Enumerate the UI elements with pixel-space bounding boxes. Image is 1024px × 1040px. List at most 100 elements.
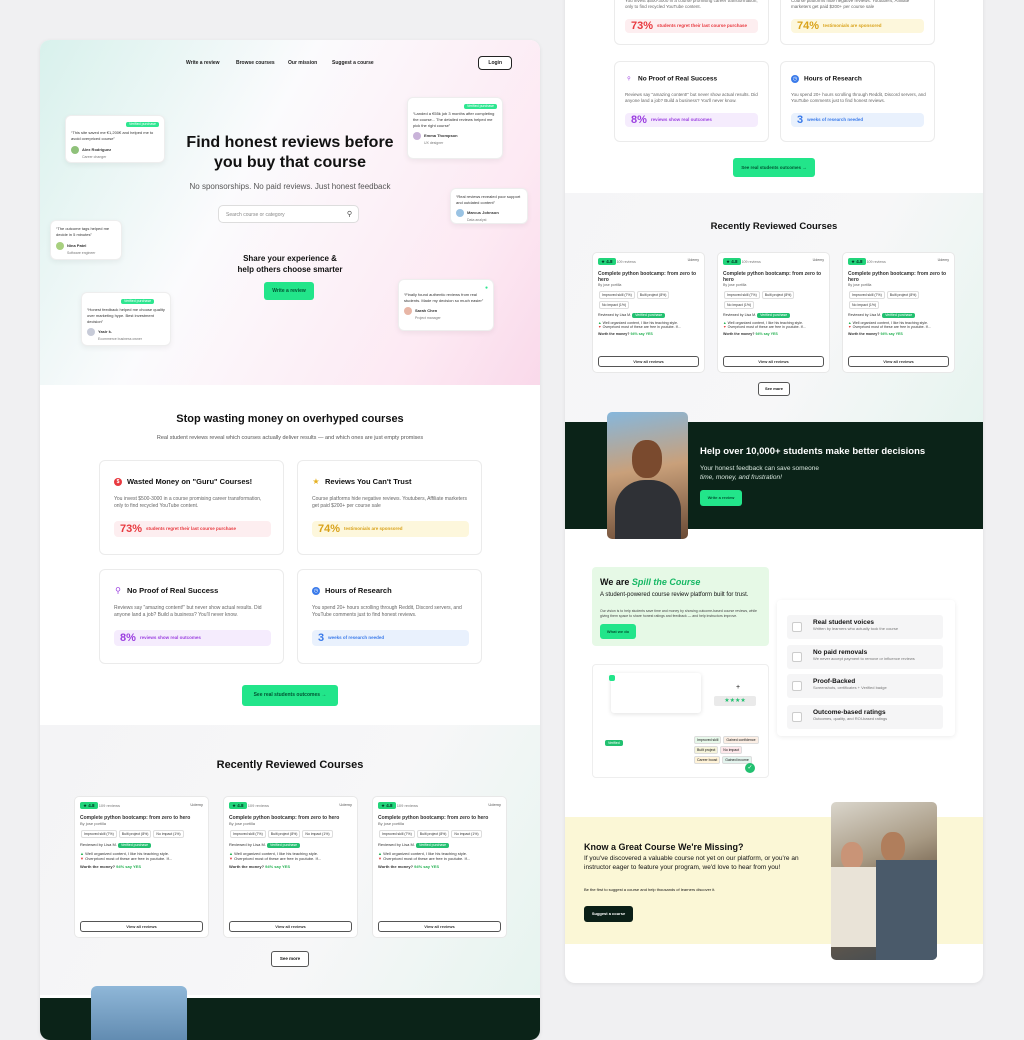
stat-text: students regret their last course purcha… (146, 526, 237, 532)
problems-title: Stop wasting money on overhyped courses (176, 413, 404, 425)
tag: Career boost (694, 756, 721, 764)
search-input[interactable]: Search course or category ⚲ (218, 205, 359, 223)
search-placeholder: Search course or category (226, 212, 285, 218)
floating-review-card: “Real reviews revealed poor support and … (450, 188, 528, 224)
problem-desc: You invest $500-3000 in a course promisi… (625, 0, 758, 9)
landing-page-left: Write a review Browse courses Our missio… (40, 40, 540, 1040)
worth-label: Worth the money? (723, 332, 755, 336)
review-count: 109 reviews (396, 803, 419, 808)
course-title: Complete python bootcamp: from zero to h… (598, 271, 697, 283)
reviewer-name: Alex Rodriguez (82, 147, 112, 153)
feature-desc: We never accept payment to remove or inf… (813, 656, 915, 661)
course-title: Complete python bootcamp: from zero to h… (848, 271, 947, 283)
problem-card-reviews-trust: ★ Reviews You Can't Trust Course platform… (297, 460, 482, 555)
see-more-button[interactable]: See more (271, 951, 309, 967)
floating-review-card: “The outcome tags helped me decide in 5 … (50, 220, 122, 260)
see-outcomes-button[interactable]: See real students outcomes → (733, 158, 815, 177)
see-more-button[interactable]: See more (758, 382, 790, 396)
reviewer-name: Sarah Chen (415, 308, 438, 314)
search-icon[interactable]: ⚲ (347, 210, 352, 218)
reviewer-role: Software engineer (67, 251, 96, 255)
stat-text: weeks of research needed (328, 635, 385, 641)
login-button[interactable]: Login (478, 56, 512, 70)
view-all-reviews-button[interactable]: View all reviews (598, 356, 699, 367)
help-write-review-button[interactable]: Write a review (700, 490, 742, 506)
recent-title: Recently Reviewed Courses (216, 759, 364, 771)
platform-label: Udemy (488, 802, 501, 807)
chart-icon (792, 712, 802, 722)
worth-label: Worth the money? (378, 864, 414, 869)
review-quote: “Finally found authentic reviews from re… (404, 292, 484, 303)
worth-label: Worth the money? (80, 864, 116, 869)
outcome-tag: No impact (1%) (599, 301, 630, 309)
course-author: By jose portilla (80, 821, 107, 826)
problem-stat: 8% reviews show real outcomes (625, 113, 758, 128)
feature-title: Proof-Backed (813, 678, 856, 685)
outcome-tag: Built project (8%) (267, 830, 301, 838)
thumbs-down-icon: ▼ (848, 325, 852, 329)
outcome-tag: No impact (1%) (302, 830, 333, 838)
users-icon (792, 622, 802, 632)
review-quote: “This site saved me €1,200€ and helped m… (71, 130, 154, 141)
clock-icon: ◷ (312, 587, 320, 596)
see-outcomes-button[interactable]: See real students outcomes → (242, 685, 338, 706)
nav-our-mission[interactable]: Our mission (288, 60, 317, 66)
what-we-do-button[interactable]: What we do (600, 624, 636, 639)
outcome-tag: Built project (8%) (761, 291, 795, 299)
nav-write-review[interactable]: Write a review (186, 60, 220, 66)
problem-desc: Reviews say "amazing content!" but never… (625, 92, 758, 103)
view-all-reviews-button[interactable]: View all reviews (80, 921, 203, 932)
verified-badge: Verified purchase (121, 299, 155, 304)
star-icon: ★ (312, 477, 320, 487)
worth-value: 94% say YES (630, 332, 653, 336)
help-title: Help over 10,000+ students make better d… (700, 446, 926, 457)
nav-browse-courses[interactable]: Browse courses (236, 60, 275, 66)
problem-desc: You invest $500-3000 in a course promisi… (114, 496, 262, 509)
verified-badge: Verified purchase (632, 313, 666, 318)
worth-label: Worth the money? (598, 332, 630, 336)
view-all-reviews-button[interactable]: View all reviews (378, 921, 501, 932)
feature-desc: Outcomes, quality, and ROI-based ratings (813, 716, 888, 721)
reviewer-name: Emma Thompson (424, 133, 458, 139)
review-con: Overpriced most of these are free in you… (383, 856, 471, 861)
hero-write-review-button[interactable]: Write a review (264, 282, 314, 300)
stat-value: 3 (318, 632, 325, 644)
feature-title: Outcome-based ratings (813, 709, 886, 716)
worth-value: 94% say YES (116, 864, 142, 869)
problem-card-wasted-money: You invest $500-3000 in a course promisi… (614, 0, 769, 45)
about-we-are: We are (600, 577, 630, 587)
suggest-desc: If you've discovered a valuable course n… (584, 855, 799, 871)
stat-text: testimonials are sponsored (344, 526, 403, 532)
outcome-tag: No impact (1%) (724, 301, 755, 309)
review-quote: “Landed a €55k job 3 months after comple… (413, 111, 495, 128)
reviewer: Reviewed by Lisa M. (229, 842, 266, 847)
verified-badge: Verified purchase (125, 122, 159, 127)
nav-suggest-course[interactable]: Suggest a course (332, 60, 374, 66)
suggest-course-button[interactable]: Suggest a course (584, 906, 633, 922)
problem-stat: 73% students regret their last course pur… (625, 19, 758, 34)
trophy-icon: ⚲ (627, 76, 631, 82)
avatar (404, 307, 412, 315)
platform-label: Udemy (687, 258, 699, 262)
view-all-reviews-button[interactable]: View all reviews (723, 356, 824, 367)
reviewer-name: Marcus Johnson (467, 210, 499, 216)
outcome-tag: Improved skill (7%) (230, 830, 266, 838)
help-desc: Your honest feedback can save someone ti… (700, 464, 819, 482)
worth-value: 94% say YES (265, 864, 291, 869)
thumbs-down-icon: ▼ (723, 325, 727, 329)
reviewer: Reviewed by Lisa M. (80, 842, 117, 847)
view-all-reviews-button[interactable]: View all reviews (848, 356, 949, 367)
feature-desc: Written by learners who actually took th… (813, 626, 899, 631)
course-author: By jose portilla (598, 283, 622, 287)
worth-value: 94% say YES (755, 332, 778, 336)
shield-icon (792, 652, 802, 662)
problem-stat: 8% reviews show real outcomes (114, 630, 271, 647)
reviewer: Reviewed by Lisa M. (723, 313, 757, 317)
course-card: ★ 4.8 109 reviews Udemy Complete python bo… (372, 796, 507, 938)
thumbs-down-icon: ▼ (378, 856, 382, 861)
stat-value: 73% (631, 20, 654, 32)
reviewer: Reviewed by Lisa M. (848, 313, 882, 317)
view-all-reviews-button[interactable]: View all reviews (229, 921, 352, 932)
avatar (71, 146, 79, 154)
course-title: Complete python bootcamp: from zero to h… (723, 271, 822, 283)
